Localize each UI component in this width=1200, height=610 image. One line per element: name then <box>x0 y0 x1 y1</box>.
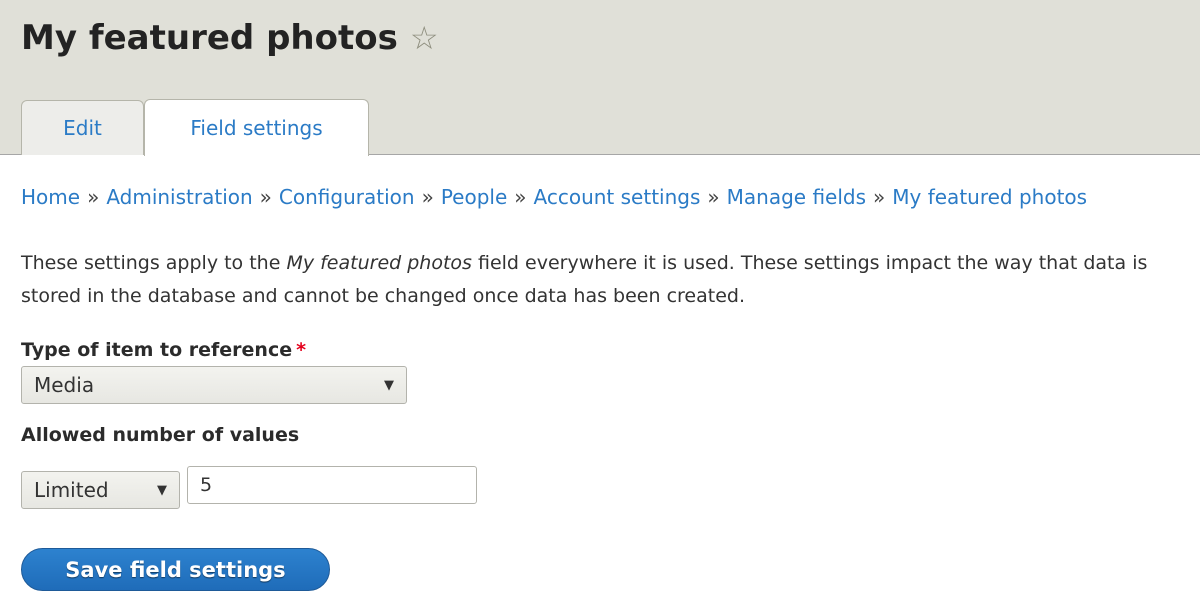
breadcrumb-my-featured-photos[interactable]: My featured photos <box>892 185 1087 209</box>
cardinality-number-input[interactable]: 5 <box>187 466 477 504</box>
type-of-item-label: Type of item to reference * <box>21 339 307 361</box>
breadcrumb-separator: » <box>87 185 100 209</box>
primary-tabs: Edit Field settings <box>21 98 369 156</box>
breadcrumb-account-settings[interactable]: Account settings <box>534 185 701 209</box>
cardinality-select[interactable]: Limited ▼ <box>21 471 180 509</box>
allowed-number-label: Allowed number of values <box>21 424 300 446</box>
tab-edit[interactable]: Edit <box>21 100 144 155</box>
save-field-settings-button[interactable]: Save field settings <box>21 548 330 591</box>
chevron-down-icon: ▼ <box>384 377 394 393</box>
breadcrumb-separator: » <box>259 185 272 209</box>
page-header: My featured photos ☆ Edit Field settings <box>0 0 1200 156</box>
breadcrumb-people[interactable]: People <box>441 185 507 209</box>
type-of-item-value: Media <box>34 373 95 397</box>
cardinality-row: Limited ▼ 5 <box>21 466 1179 509</box>
breadcrumb-configuration[interactable]: Configuration <box>279 185 415 209</box>
breadcrumb: Home» Administration» Configuration» People… <box>21 185 1179 209</box>
page-title: My featured photos ☆ <box>21 18 439 58</box>
required-marker: * <box>296 339 307 361</box>
field-name-emphasis: My featured photos <box>286 252 472 274</box>
breadcrumb-separator: » <box>873 185 886 209</box>
breadcrumb-administration[interactable]: Administration <box>106 185 252 209</box>
chevron-down-icon: ▼ <box>157 482 167 498</box>
breadcrumb-separator: » <box>514 185 527 209</box>
page-title-text: My featured photos <box>21 18 398 58</box>
cardinality-value: Limited <box>34 478 109 502</box>
star-outline-icon[interactable]: ☆ <box>410 19 439 57</box>
breadcrumb-manage-fields[interactable]: Manage fields <box>727 185 866 209</box>
tab-field-settings[interactable]: Field settings <box>144 99 369 156</box>
main-content: Home» Administration» Configuration» People… <box>0 185 1200 591</box>
breadcrumb-separator: » <box>707 185 720 209</box>
breadcrumb-home[interactable]: Home <box>21 185 80 209</box>
type-of-item-select[interactable]: Media ▼ <box>21 366 407 404</box>
breadcrumb-separator: » <box>421 185 434 209</box>
field-settings-description: These settings apply to the My featured … <box>21 252 1148 307</box>
